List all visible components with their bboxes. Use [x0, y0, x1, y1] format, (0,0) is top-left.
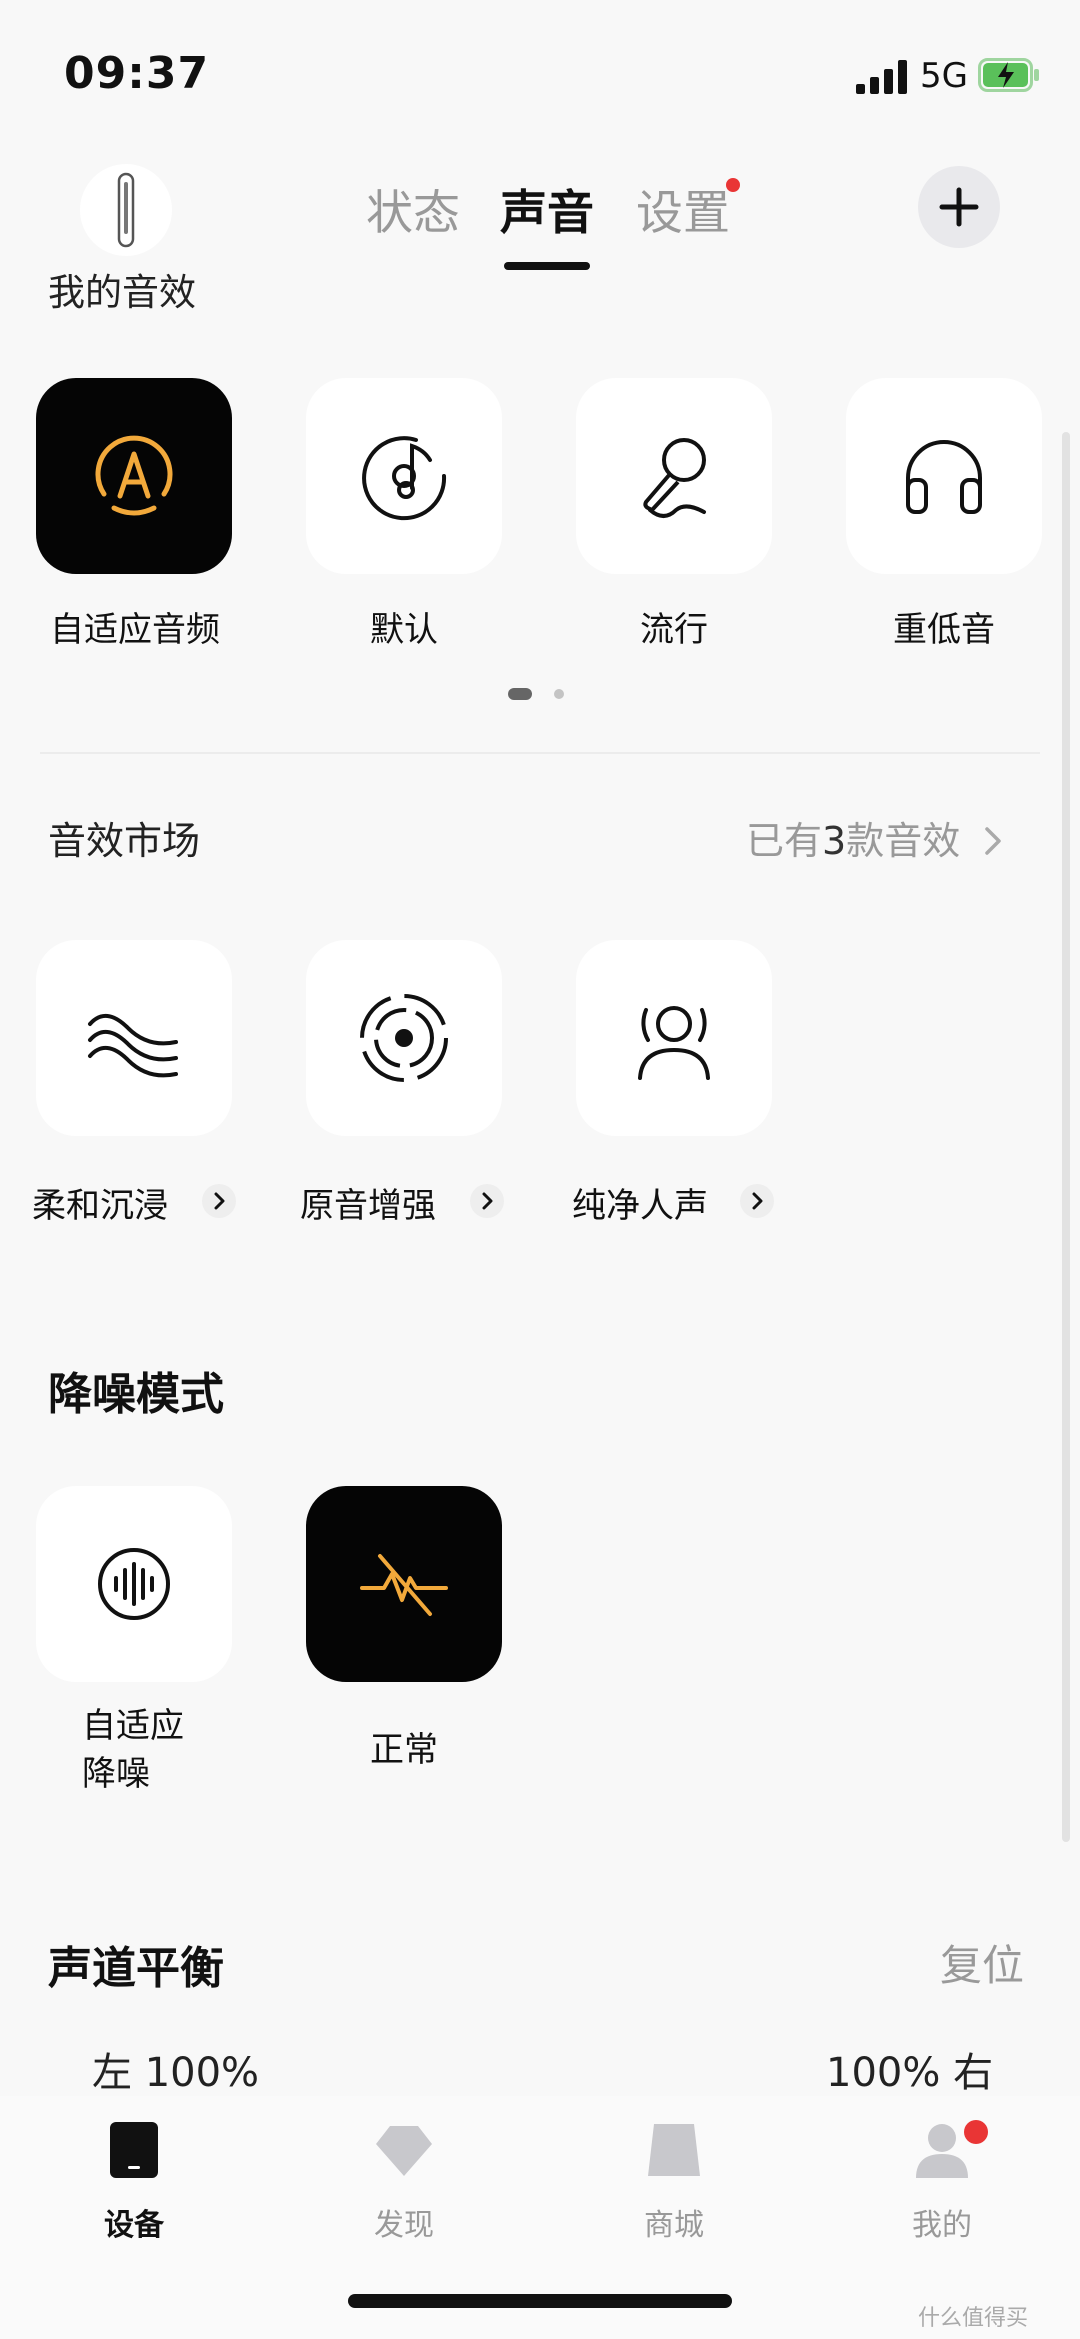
balance-title: 声道平衡 — [48, 1943, 224, 1994]
person-voice-icon — [638, 1006, 710, 1080]
chevron-right-icon — [985, 827, 1002, 855]
market-item-original-boost[interactable] — [306, 940, 502, 1136]
nav-store[interactable]: 商城 — [584, 2120, 764, 2244]
noise-mode-normal[interactable] — [306, 1486, 502, 1682]
summary-suffix: 款音效 — [846, 819, 961, 863]
settings-notification-dot — [726, 178, 740, 192]
waves-icon — [88, 1014, 178, 1078]
tab-settings[interactable]: 设置 — [636, 174, 730, 243]
noise-mode-label-line1: 自适应 — [82, 1706, 184, 1746]
noise-control-title: 降噪模式 — [48, 1369, 224, 1420]
noise-mode-label: 正常 — [370, 1730, 438, 1770]
chevron-right-icon[interactable] — [740, 1184, 774, 1218]
plus-icon — [939, 187, 979, 227]
watermark: 什么值得买 — [918, 2306, 1029, 2331]
earbud-icon — [117, 172, 135, 248]
chevron-right-icon[interactable] — [470, 1184, 504, 1218]
preset-label: 默认 — [370, 610, 438, 650]
reset-button[interactable]: 复位 — [940, 1932, 1024, 1993]
pager-dot — [554, 689, 564, 699]
market-item-label[interactable]: 柔和沉浸 — [32, 1178, 168, 1227]
home-indicator[interactable] — [348, 2294, 732, 2308]
summary-prefix: 已有 — [746, 819, 823, 863]
nav-device[interactable]: 设备 — [44, 2120, 224, 2244]
preset-label: 重低音 — [893, 610, 995, 650]
preset-label: 流行 — [640, 610, 708, 650]
normal-off-icon — [360, 1554, 448, 1616]
surround-icon — [360, 994, 448, 1082]
status-bar: 09:37 5G — [0, 0, 1080, 150]
preset-bass[interactable] — [846, 378, 1042, 574]
battery-charging-icon — [978, 58, 1039, 92]
active-tab-indicator — [504, 262, 590, 270]
device-icon — [110, 2122, 158, 2178]
headphones-icon — [906, 440, 982, 514]
market-item-pure-vocal[interactable] — [576, 940, 772, 1136]
preset-label: 自适应音频 — [50, 610, 220, 650]
microphone-icon — [643, 438, 706, 518]
my-effects-label[interactable]: 我的音效 — [48, 262, 196, 316]
tab-status[interactable]: 状态 — [366, 174, 460, 243]
nav-discover[interactable]: 发现 — [314, 2120, 494, 2244]
noise-mode-label-line2: 降噪 — [82, 1754, 150, 1794]
market-item-label[interactable]: 纯净人声 — [572, 1178, 708, 1227]
clock: 09:37 — [64, 48, 210, 99]
preset-pop[interactable] — [576, 378, 772, 574]
add-button[interactable] — [918, 166, 1000, 248]
preset-default[interactable] — [306, 378, 502, 574]
adaptive-audio-icon — [95, 435, 173, 516]
nav-label: 设备 — [104, 2208, 164, 2243]
tab-sound[interactable]: 声音 — [500, 174, 594, 243]
profile-icon — [916, 2124, 968, 2178]
network-type: 5G — [920, 56, 968, 96]
noise-mode-label: 自适应 降噪 — [82, 1702, 184, 1798]
nav-label: 我的 — [912, 2208, 972, 2243]
balance-right-value: 100% 右 — [826, 2050, 994, 2096]
cellular-signal-icon — [856, 60, 907, 94]
sound-market-summary[interactable]: 已有3款音效 — [746, 810, 1004, 865]
profile-notification-dot — [964, 2120, 988, 2144]
pager-dot-active — [508, 688, 532, 700]
market-item-label[interactable]: 原音增强 — [300, 1178, 436, 1227]
balance-left-value: 左 100% — [92, 2050, 260, 2096]
nav-profile[interactable]: 我的 — [852, 2120, 1032, 2244]
divider — [40, 752, 1040, 754]
market-item-soft-immersive[interactable] — [36, 940, 232, 1136]
music-disc-icon — [362, 436, 447, 521]
chevron-right-icon[interactable] — [202, 1184, 236, 1218]
nav-label: 发现 — [374, 2208, 434, 2243]
summary-count: 3 — [822, 819, 847, 863]
earbud-device-image[interactable] — [80, 164, 172, 256]
preset-adaptive-audio[interactable] — [36, 378, 232, 574]
diamond-icon — [376, 2126, 432, 2176]
store-icon — [648, 2124, 700, 2176]
waveform-circle-icon — [98, 1548, 170, 1620]
sound-market-title: 音效市场 — [48, 819, 201, 863]
scrollbar[interactable] — [1062, 432, 1070, 1842]
nav-label: 商城 — [644, 2208, 704, 2243]
noise-mode-adaptive[interactable] — [36, 1486, 232, 1682]
